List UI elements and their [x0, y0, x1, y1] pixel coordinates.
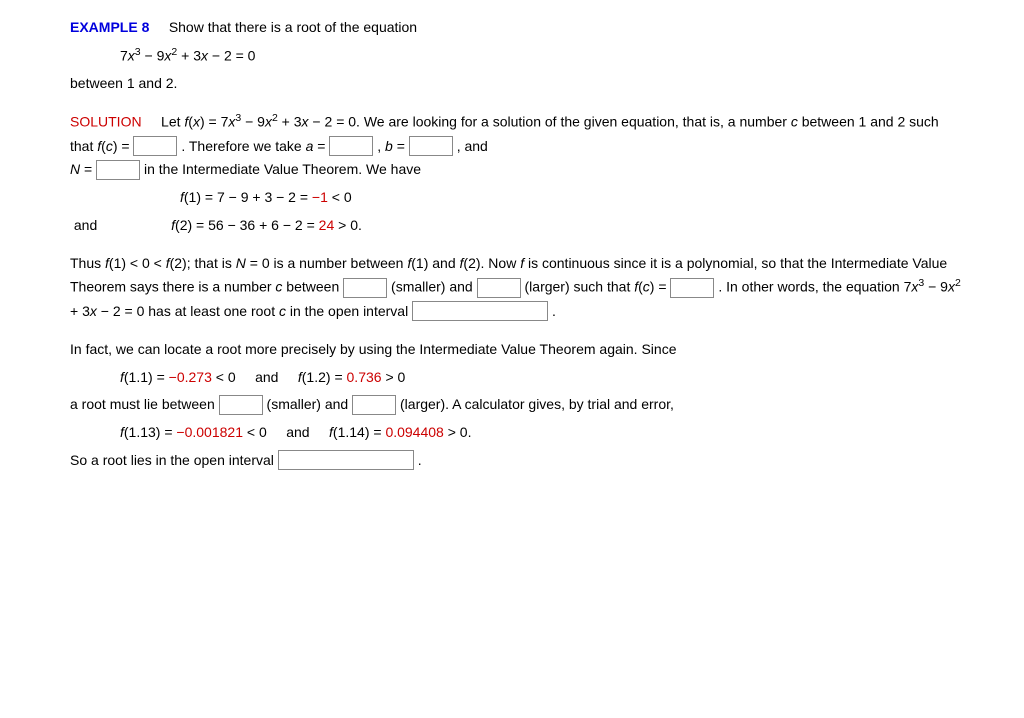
solution-para2: Thus f(1) < 0 < f(2); that is N = 0 is a…: [70, 252, 964, 324]
f1-result: −1: [312, 189, 328, 205]
solution-para3c: So a root lies in the open interval .: [70, 449, 964, 473]
example-label: EXAMPLE 8: [70, 19, 149, 35]
and-text1: and: [74, 217, 97, 233]
var-N: N: [70, 161, 80, 177]
calc-f2-row: and f(2) = 56 − 36 + 6 − 2 = 24 > 0.: [70, 214, 964, 238]
equation-main: 7x3 − 9x2 + 3x − 2 = 0: [120, 44, 964, 68]
solution-para3a: In fact, we can locate a root more preci…: [70, 338, 964, 362]
solution-para3b: a root must lie between (smaller) and (l…: [70, 393, 964, 417]
input-root-smaller[interactable]: [219, 395, 263, 415]
input-fc-value2[interactable]: [670, 278, 714, 298]
calc-f1: f(1) = 7 − 9 + 3 − 2 = −1 < 0: [180, 186, 964, 210]
calc-f11-f12: f(1.1) = −0.273 < 0 and f(1.2) = 0.736 >…: [120, 366, 964, 390]
input-a-value[interactable]: [329, 136, 373, 156]
f2-result: 24: [319, 217, 335, 233]
prompt-lead: Show that there is a root of the equatio…: [169, 19, 417, 35]
input-interval1[interactable]: [412, 301, 548, 321]
calc-f113-f114: f(1.13) = −0.001821 < 0 and f(1.14) = 0.…: [120, 421, 964, 445]
solution-label: SOLUTION: [70, 114, 142, 130]
input-root-larger[interactable]: [352, 395, 396, 415]
input-between-larger[interactable]: [477, 278, 521, 298]
input-interval2[interactable]: [278, 450, 414, 470]
solution-para1: SOLUTION Let f(x) = 7x3 − 9x2 + 3x − 2 =…: [70, 110, 964, 182]
var-b: b: [385, 138, 393, 154]
input-fc-value[interactable]: [133, 136, 177, 156]
input-N-value[interactable]: [96, 160, 140, 180]
var-c: c: [791, 114, 798, 130]
example-header: EXAMPLE 8 Show that there is a root of t…: [70, 16, 964, 40]
input-b-value[interactable]: [409, 136, 453, 156]
fx: f: [184, 114, 188, 130]
fc: f: [97, 138, 101, 154]
between-text: between 1 and 2.: [70, 72, 964, 96]
var-a: a: [306, 138, 314, 154]
input-between-smaller[interactable]: [343, 278, 387, 298]
